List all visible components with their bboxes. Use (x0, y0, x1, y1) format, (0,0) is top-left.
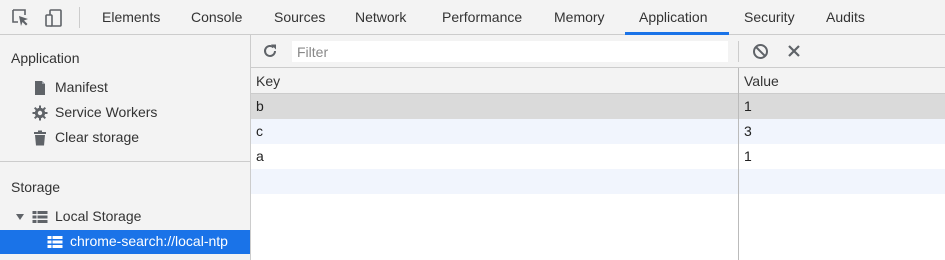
filter-input[interactable] (292, 41, 728, 62)
storage-table: Key Value b 1 c 3 a 1 (251, 68, 945, 260)
sidebar-item-local-storage[interactable]: Local Storage (0, 205, 250, 229)
cell-key: b (256, 98, 264, 114)
tab-network[interactable]: Network (355, 0, 406, 35)
document-icon (32, 80, 48, 96)
gear-icon (32, 105, 48, 121)
sidebar-item-label: Local Storage (55, 208, 142, 224)
cell-key: c (256, 123, 263, 139)
table-row[interactable]: b 1 (251, 94, 945, 119)
column-header-value[interactable]: Value (744, 73, 779, 89)
refresh-icon[interactable] (262, 43, 278, 59)
triangle-down-icon[interactable] (15, 209, 25, 225)
cell-value: 1 (744, 98, 752, 114)
table-header: Key Value (251, 68, 945, 94)
tab-sources[interactable]: Sources (274, 0, 325, 35)
storage-toolbar (251, 35, 945, 68)
sidebar-item-clear-storage[interactable]: Clear storage (0, 126, 250, 150)
column-divider[interactable] (738, 68, 739, 260)
devtools-toolbar: Elements Console Sources Network Perform… (0, 0, 945, 35)
tab-security[interactable]: Security (744, 0, 795, 35)
tab-application[interactable]: Application (639, 0, 708, 35)
grid-icon (47, 234, 63, 250)
tab-audits[interactable]: Audits (826, 0, 865, 35)
grid-icon (32, 209, 48, 225)
clear-all-icon[interactable] (752, 43, 769, 60)
sidebar-item-manifest[interactable]: Manifest (0, 76, 250, 100)
table-row[interactable]: c 3 (251, 119, 945, 144)
sidebar-item-label: Clear storage (55, 129, 140, 145)
sidebar: Application Manifest Service Workers Cle… (0, 35, 251, 260)
tab-elements[interactable]: Elements (102, 0, 160, 35)
sidebar-item-label: Service Workers (55, 104, 158, 120)
tab-performance[interactable]: Performance (442, 0, 522, 35)
toolbar-divider (79, 7, 80, 28)
table-row-empty[interactable] (251, 169, 945, 194)
cell-value: 3 (744, 123, 752, 139)
trash-icon (32, 130, 48, 146)
cell-value: 1 (744, 148, 752, 164)
tab-console[interactable]: Console (191, 0, 242, 35)
tab-memory[interactable]: Memory (554, 0, 605, 35)
sidebar-item-label: Manifest (55, 79, 108, 95)
toolbar-divider (738, 41, 739, 62)
device-toolbar-icon[interactable] (44, 8, 64, 28)
inspect-element-icon[interactable] (11, 8, 31, 28)
sidebar-item-service-workers[interactable]: Service Workers (0, 101, 250, 125)
sidebar-item-label: chrome-search://local-ntp (70, 233, 228, 249)
section-title-application: Application (11, 50, 80, 66)
sidebar-item-local-ntp-origin[interactable]: chrome-search://local-ntp (0, 230, 250, 254)
cell-key: a (256, 148, 264, 164)
table-row[interactable]: a 1 (251, 144, 945, 169)
section-title-storage: Storage (11, 179, 61, 195)
delete-selected-icon[interactable] (787, 44, 801, 58)
column-header-key[interactable]: Key (256, 73, 280, 89)
sidebar-divider (0, 161, 250, 162)
